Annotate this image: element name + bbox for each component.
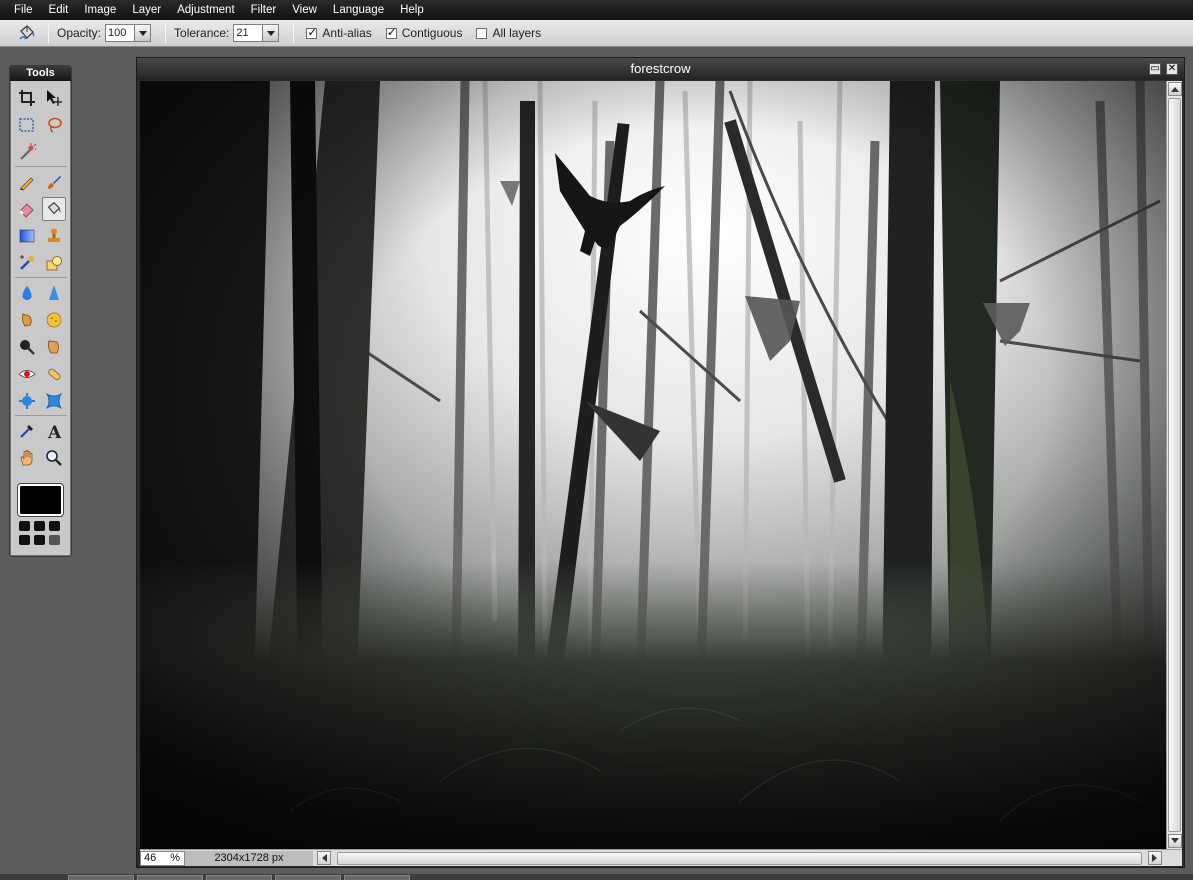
checkbox-checked-icon[interactable] [306,25,317,39]
contiguous-label: Contiguous [401,26,463,40]
forest-crow-photo [140,81,1166,849]
antialias-label: Anti-alias [322,26,372,40]
move-icon[interactable] [42,86,66,110]
scroll-down-icon[interactable] [1168,834,1182,848]
pinch-icon[interactable] [42,389,66,413]
menu-help[interactable]: Help [392,0,432,20]
smudge-icon[interactable] [15,308,39,332]
document-title: forestcrow [630,61,691,76]
close-icon[interactable]: ✕ [1166,63,1178,75]
menu-layer[interactable]: Layer [124,0,169,20]
drawing-icon[interactable] [42,251,66,275]
color-swatch[interactable] [19,535,30,545]
zoom-value[interactable]: 46 [144,852,156,864]
foreground-color-swatch[interactable] [17,483,64,517]
clone-stamp-icon[interactable] [42,224,66,248]
hand-icon[interactable] [15,446,39,470]
menu-adjustment[interactable]: Adjustment [169,0,243,20]
sponge-icon[interactable] [42,308,66,332]
bottom-panel-strip [0,874,1193,880]
tools-separator [15,166,67,167]
menu-image[interactable]: Image [76,0,124,20]
color-swatch[interactable] [34,521,45,531]
status-bar: 46 % 2304x1728 px [140,849,1182,866]
vertical-scroll-thumb[interactable] [1168,98,1181,832]
antialias-checkbox[interactable]: Anti-alias [306,25,372,40]
tolerance-dropdown[interactable]: 21 [233,24,280,42]
image-window-titlebar[interactable]: forestcrow ▭ ✕ [137,58,1184,80]
opacity-label: Opacity: [57,26,102,40]
color-swatch[interactable] [49,521,60,531]
gradient-icon[interactable] [15,224,39,248]
color-picker-icon[interactable] [15,419,39,443]
chevron-down-icon[interactable] [135,24,152,42]
tolerance-value[interactable]: 21 [233,24,264,42]
vertical-scrollbar[interactable] [1166,81,1182,849]
color-swatch[interactable] [49,535,60,545]
panel-tab[interactable] [68,875,134,880]
dodge-icon[interactable] [15,335,39,359]
chevron-down-icon[interactable] [263,24,280,42]
tools-panel-title[interactable]: Tools [10,66,71,81]
svg-text:A: A [47,423,62,440]
eraser-icon[interactable] [15,197,39,221]
contiguous-checkbox[interactable]: Contiguous [385,25,463,40]
paint-bucket-icon[interactable] [42,197,66,221]
zoom-icon[interactable] [42,446,66,470]
opacity-value[interactable]: 100 [105,24,136,42]
image-canvas[interactable] [140,81,1166,849]
scroll-left-icon[interactable] [317,850,331,865]
separator [165,23,167,43]
tools-panel: Tools A [9,65,72,557]
maximize-icon[interactable]: ▭ [1149,63,1161,75]
menu-file[interactable]: File [6,0,41,20]
panel-tab[interactable] [275,875,341,880]
menu-view[interactable]: View [284,0,325,20]
color-swatch[interactable] [34,535,45,545]
checkbox-unchecked-icon[interactable] [476,27,488,39]
tool-options-bar: Opacity: 100 Tolerance: 21 Anti-alias Co… [0,20,1193,47]
tools-separator [15,415,67,416]
sharpen-icon[interactable] [42,281,66,305]
magic-wand-icon[interactable] [15,140,39,164]
all-layers-label: All layers [492,26,542,40]
menu-language[interactable]: Language [325,0,392,20]
type-icon[interactable]: A [42,419,66,443]
panel-tab[interactable] [206,875,272,880]
image-dimensions: 2304x1728 px [185,850,313,866]
crop-icon[interactable] [15,86,39,110]
opacity-dropdown[interactable]: 100 [105,24,152,42]
color-replace-icon[interactable] [15,251,39,275]
horizontal-scrollbar[interactable] [317,850,1182,866]
blur-icon[interactable] [15,281,39,305]
brush-icon[interactable] [42,170,66,194]
checkbox-checked-icon[interactable] [385,25,397,39]
horizontal-scroll-thumb[interactable] [337,851,1142,865]
pencil-icon[interactable] [15,170,39,194]
bloat-icon[interactable] [15,389,39,413]
separator [293,23,295,43]
marquee-icon[interactable] [15,113,39,137]
panel-tab[interactable] [344,875,410,880]
zoom-field[interactable]: 46 % [140,850,185,866]
menu-filter[interactable]: Filter [243,0,285,20]
tolerance-label: Tolerance: [174,26,230,40]
red-eye-icon[interactable] [15,362,39,386]
color-swatch[interactable] [19,521,30,531]
panel-tab[interactable] [137,875,203,880]
tools-separator [15,277,67,278]
all-layers-checkbox[interactable]: All layers [476,26,541,40]
menu-edit[interactable]: Edit [41,0,77,20]
spot-heal-icon[interactable] [42,362,66,386]
paint-bucket-icon [14,22,40,44]
burn-icon[interactable] [42,335,66,359]
menu-bar: File Edit Image Layer Adjustment Filter … [0,0,1193,20]
zoom-unit: % [170,852,180,864]
image-window: forestcrow ▭ ✕ 46 % 2304x1728 px [136,57,1185,868]
lasso-icon[interactable] [42,113,66,137]
scroll-right-icon[interactable] [1148,850,1162,865]
separator [48,23,49,43]
scroll-up-icon[interactable] [1168,82,1182,96]
